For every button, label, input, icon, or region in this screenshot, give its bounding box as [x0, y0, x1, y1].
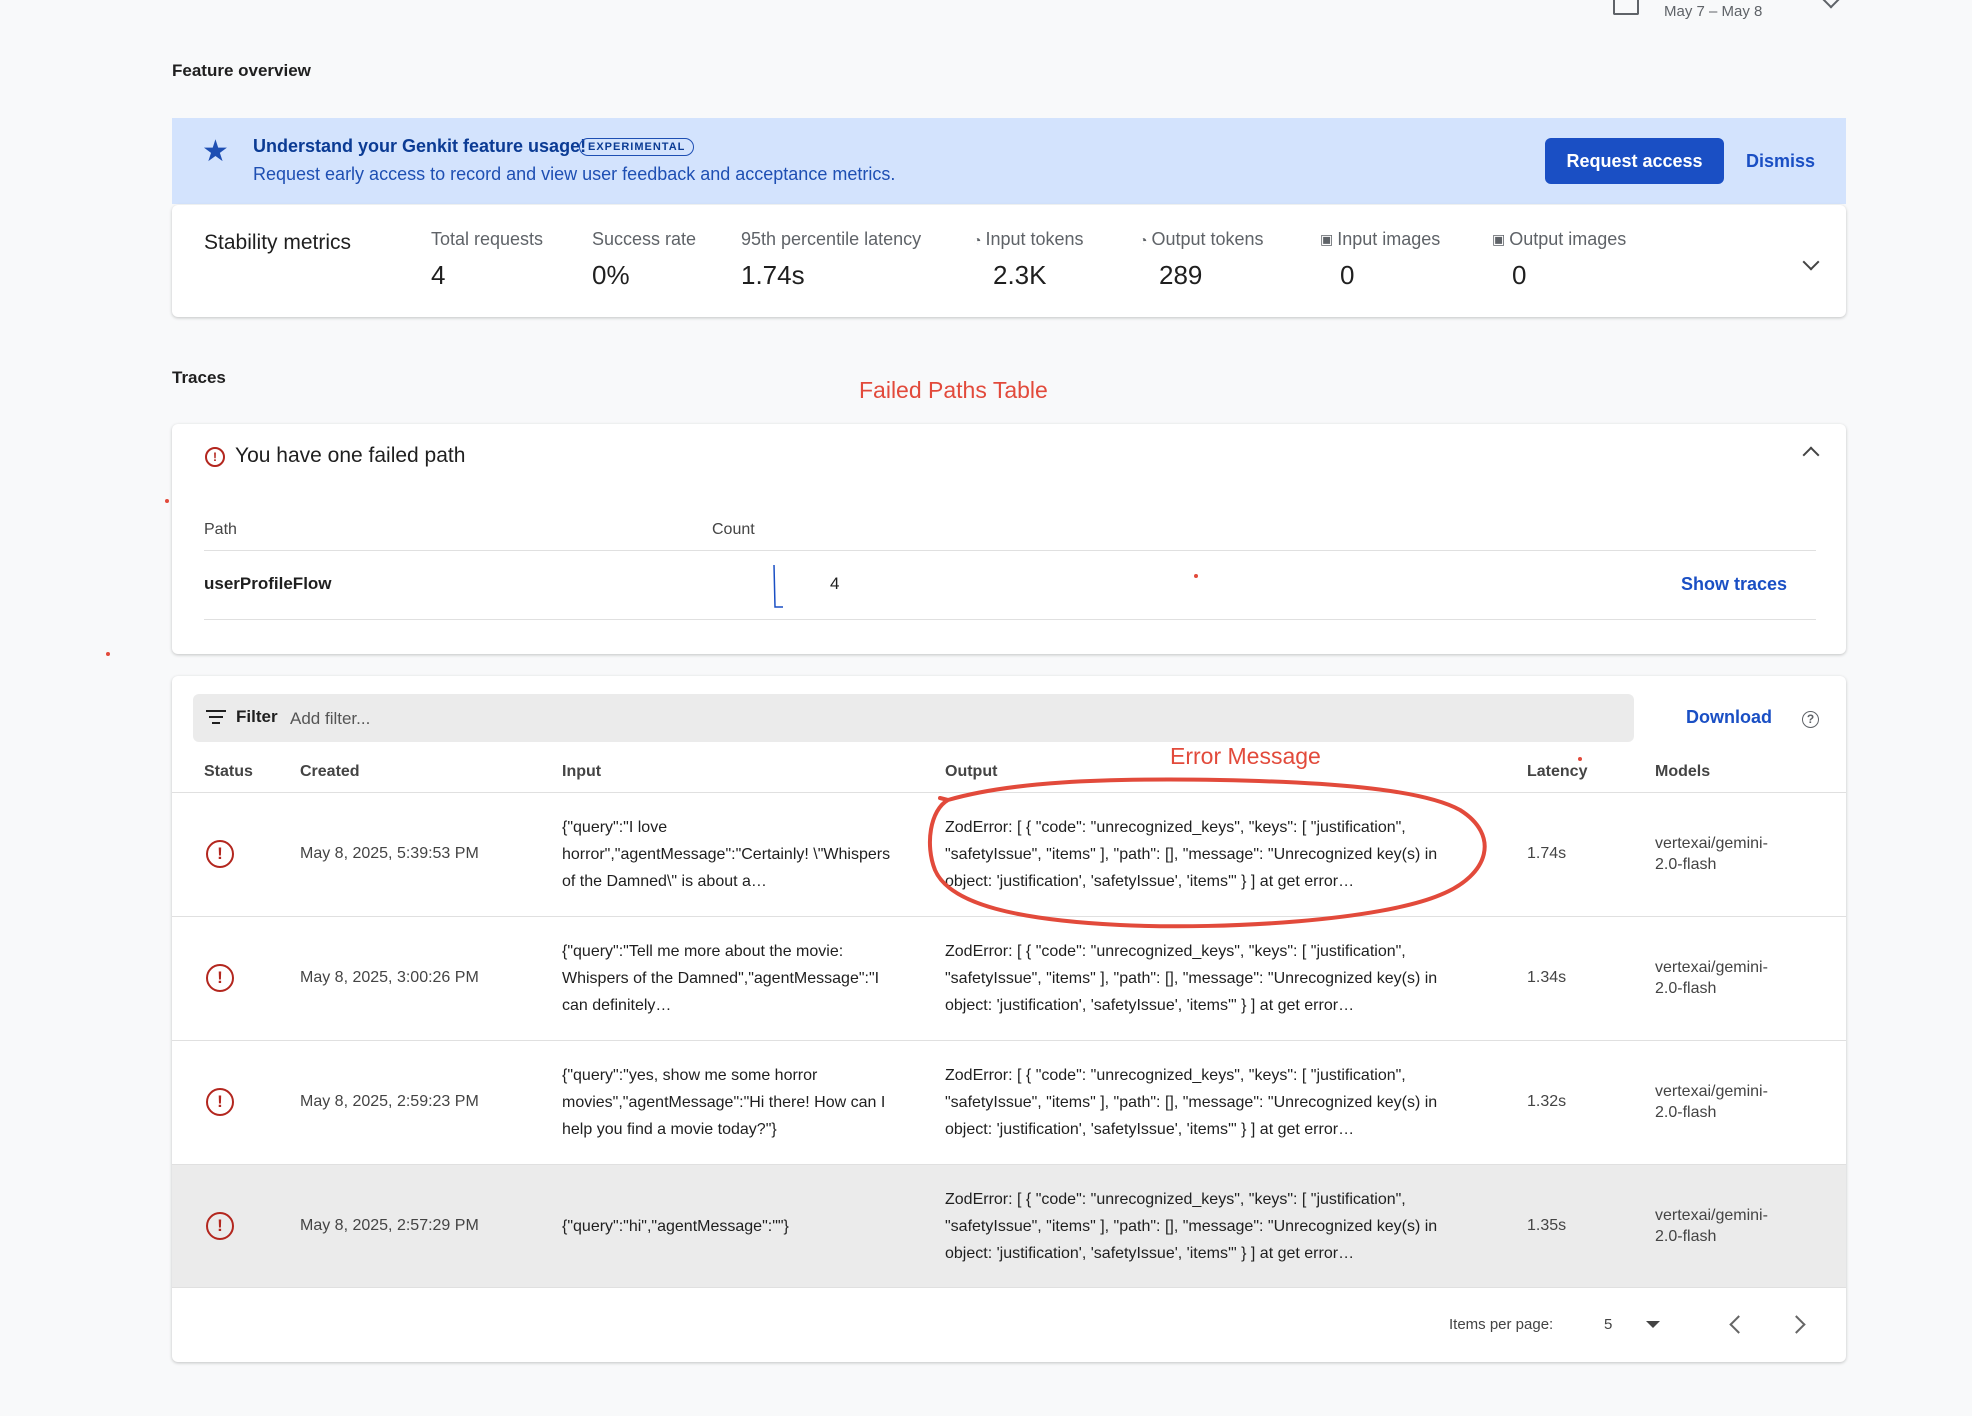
model-cell: vertexai/gemini-2.0-flash [1655, 1083, 1768, 1121]
created-cell: May 8, 2025, 3:00:26 PM [300, 969, 479, 986]
date-range-picker[interactable]: May 7 – May 8 [1613, 0, 1762, 22]
image-icon: ▣ [1492, 231, 1506, 247]
metric-output-tokens: ◔ Output tokens 289 [1139, 229, 1264, 290]
star-icon: ★ [202, 135, 229, 168]
filter-bar[interactable]: Filter [193, 694, 1634, 742]
col-count: Count [712, 521, 755, 538]
expand-metrics-icon[interactable] [1802, 253, 1820, 271]
chevron-down-icon[interactable] [1822, 0, 1840, 9]
stability-metrics-card: Stability metrics Total requests 4 Succe… [172, 205, 1846, 317]
banner-title: Understand your Genkit feature usage! [253, 136, 587, 156]
error-status-icon: ! [206, 1088, 234, 1116]
collapse-icon[interactable] [1802, 446, 1820, 464]
token-icon: ◔ [973, 231, 982, 248]
col-latency: Latency [1527, 763, 1588, 780]
next-page-icon[interactable] [1787, 1315, 1806, 1334]
experimental-badge: EXPERIMENTAL [579, 138, 695, 156]
help-icon[interactable]: ? [1802, 711, 1819, 728]
prev-page-icon[interactable] [1729, 1315, 1748, 1334]
latency-cell: 1.74s [1527, 845, 1567, 862]
table-bottom-divider [172, 1287, 1846, 1288]
dropdown-icon [1646, 1321, 1660, 1328]
path-name: userProfileFlow [204, 574, 332, 593]
input-cell: {"query":"Tell me more about the movie: … [562, 943, 880, 1014]
metric-input-tokens: ◔ Input tokens 2.3K [973, 229, 1084, 290]
calendar-icon [1613, 0, 1639, 15]
trace-row[interactable]: ! May 8, 2025, 2:59:23 PM {"query":"yes,… [172, 1040, 1846, 1164]
feature-overview-title: Feature overview [172, 61, 311, 80]
col-created: Created [300, 763, 360, 780]
experimental-banner: ★ Understand your Genkit feature usage! … [172, 118, 1846, 204]
metric-success-rate: Success rate 0% [592, 229, 697, 290]
download-link[interactable]: Download [1686, 707, 1772, 728]
filter-input[interactable] [288, 703, 892, 735]
failed-paths-annotation: Failed Paths Table [859, 377, 1048, 403]
request-access-button[interactable]: Request access [1545, 138, 1724, 184]
date-range-text: May 7 – May 8 [1664, 2, 1763, 20]
filter-label: Filter [236, 707, 278, 726]
model-cell: vertexai/gemini-2.0-flash [1655, 835, 1768, 873]
metric-output-images: ▣ Output images 0 [1492, 229, 1627, 290]
row-divider [204, 619, 1816, 620]
model-cell: vertexai/gemini-2.0-flash [1655, 1207, 1768, 1245]
col-models: Models [1655, 763, 1711, 780]
output-cell: ZodError: [ { "code": "unrecognized_keys… [945, 943, 1438, 1014]
metric-input-images: ▣ Input images 0 [1320, 229, 1441, 290]
stability-metrics-title: Stability metrics [204, 231, 352, 254]
annotation-dot [1578, 757, 1582, 761]
failed-path-row: userProfileFlow 4 Show traces [204, 551, 1816, 619]
error-status-icon: ! [206, 840, 234, 868]
dismiss-button[interactable]: Dismiss [1736, 138, 1825, 184]
latency-cell: 1.32s [1527, 1093, 1567, 1110]
path-count: 4 [830, 574, 840, 593]
input-cell: {"query":"hi","agentMessage":""} [562, 1218, 789, 1235]
created-cell: May 8, 2025, 2:59:23 PM [300, 1093, 479, 1110]
metric-p95-latency: 95th percentile latency 1.74s [741, 229, 922, 290]
items-per-page-value: 5 [1604, 1316, 1613, 1333]
input-cell: {"query":"yes, show me some horror movie… [562, 1067, 886, 1138]
count-sparkline [773, 564, 783, 608]
annotation-dot [1194, 574, 1198, 578]
annotation-dot [165, 499, 169, 503]
col-path: Path [204, 521, 237, 538]
error-status-icon: ! [206, 964, 234, 992]
error-icon: ! [205, 447, 225, 467]
error-message-annotation: Error Message [1170, 743, 1321, 769]
col-status: Status [204, 763, 253, 780]
created-cell: May 8, 2025, 2:57:29 PM [300, 1217, 479, 1234]
image-icon: ▣ [1320, 231, 1334, 247]
token-icon: ◔ [1139, 231, 1148, 248]
error-message-circle [927, 777, 1487, 929]
metric-total-requests: Total requests 4 [431, 229, 544, 290]
output-cell: ZodError: [ { "code": "unrecognized_keys… [945, 1191, 1438, 1262]
items-per-page-label: Items per page: [1449, 1316, 1554, 1333]
failed-paths-title: You have one failed path [235, 444, 466, 467]
col-input: Input [562, 763, 602, 780]
latency-cell: 1.34s [1527, 969, 1567, 986]
created-cell: May 8, 2025, 5:39:53 PM [300, 845, 479, 862]
error-status-icon: ! [206, 1212, 234, 1240]
show-traces-link[interactable]: Show traces [1681, 574, 1787, 595]
input-cell: {"query":"I love horror","agentMessage":… [562, 819, 891, 890]
trace-row[interactable]: ! May 8, 2025, 2:57:29 PM {"query":"hi",… [172, 1164, 1846, 1288]
items-per-page-select[interactable]: 5 [1600, 1308, 1680, 1340]
filter-icon [206, 710, 226, 728]
latency-cell: 1.35s [1527, 1217, 1567, 1234]
output-cell: ZodError: [ { "code": "unrecognized_keys… [945, 1067, 1438, 1138]
annotation-dot [106, 652, 110, 656]
traces-title: Traces [172, 368, 226, 387]
model-cell: vertexai/gemini-2.0-flash [1655, 959, 1768, 997]
banner-subtitle: Request early access to record and view … [253, 164, 896, 184]
failed-paths-card: ! You have one failed path Path Count us… [172, 424, 1846, 654]
